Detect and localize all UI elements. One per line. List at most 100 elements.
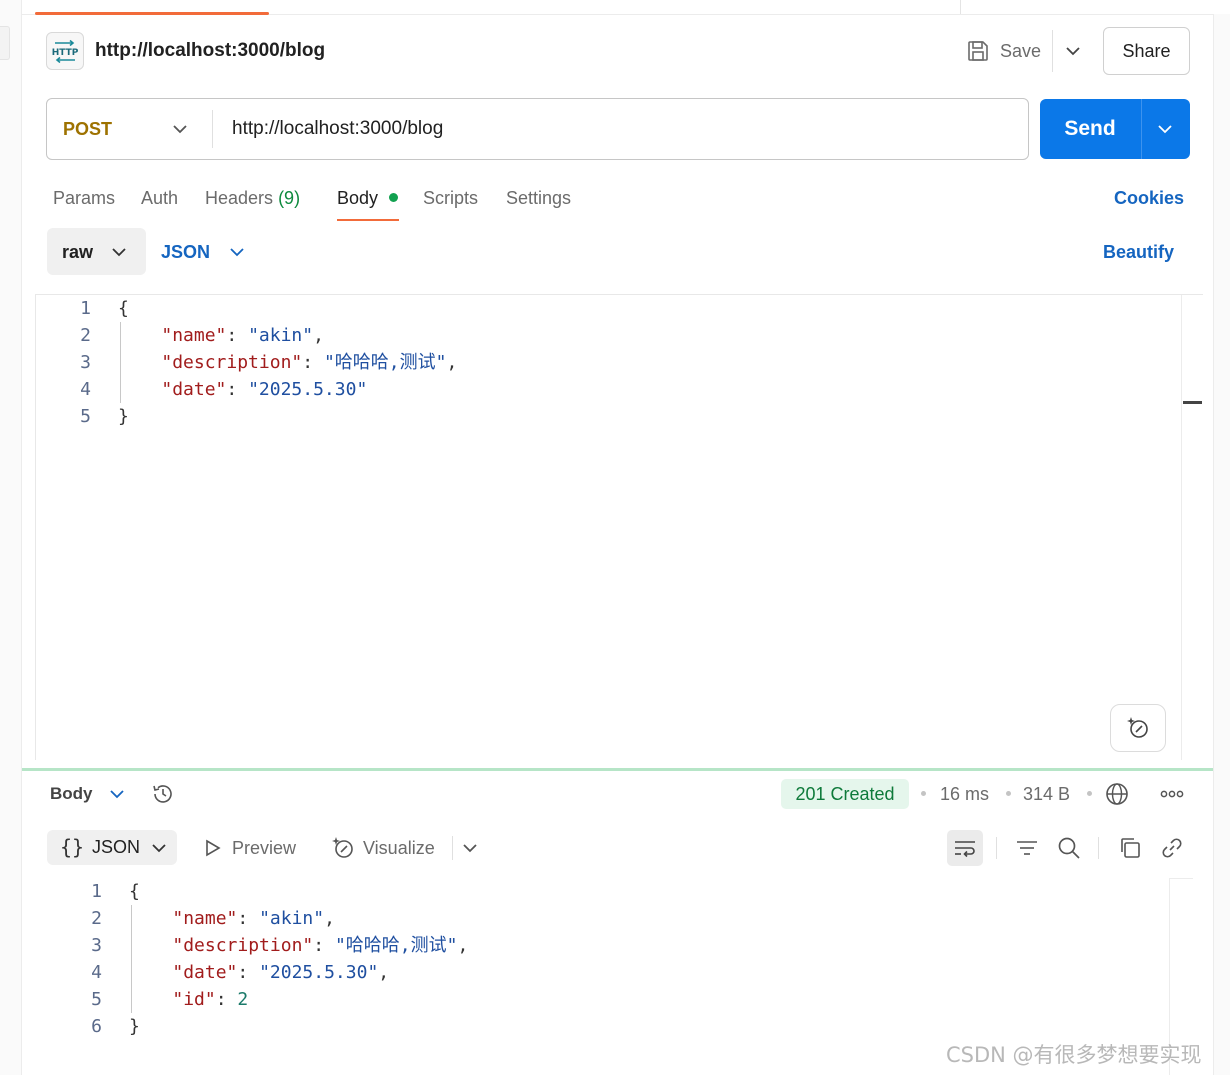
http-request-icon: HTTP [46,32,84,70]
code-token: "哈哈哈,测试" [334,935,458,956]
response-time[interactable]: 16 ms [940,782,989,806]
code-token: "description" [172,935,314,956]
send-separator [1141,99,1142,159]
filter-icon[interactable] [1014,835,1040,861]
line-number: 3 [91,935,102,956]
code-token: "name" [161,325,227,346]
code-text: "date": "2025.5.30" [118,376,367,403]
body-language-chevron-down-icon[interactable] [226,241,248,263]
braces-icon: {} [60,835,85,859]
line-number: 1 [80,298,91,319]
tab-settings[interactable]: Settings [506,186,571,210]
code-text: "date": "2025.5.30", [129,959,389,986]
response-view-chevron-down-icon[interactable] [106,783,128,805]
save-button[interactable]: Save [966,34,1041,68]
line-number: 2 [91,908,102,929]
save-separator [1052,30,1053,72]
code-token: "akin" [259,908,325,929]
copy-icon[interactable] [1117,835,1143,861]
response-format-label[interactable]: JSON [92,835,140,859]
code-token: : [226,325,249,346]
editor-scrollbar[interactable] [1181,295,1203,760]
body-language-select[interactable]: JSON [161,240,210,264]
beautify-button[interactable]: Beautify [1103,240,1174,264]
tab-params[interactable]: Params [53,186,115,210]
code-token: , [457,935,469,956]
code-token: "description" [161,352,303,373]
code-token: "date" [161,379,227,400]
history-icon[interactable] [150,781,176,807]
method-chevron-down-icon[interactable] [170,118,190,140]
url-input[interactable] [222,110,1012,148]
watermark: CSDN @有很多梦想要实现 [946,1043,1202,1067]
code-token: , [313,325,324,346]
code-line: 3 "description": "哈哈哈,测试", [35,349,1175,376]
code-text: "description": "哈哈哈,测试", [129,932,468,959]
body-mode-chevron-down-icon[interactable] [108,241,130,263]
response-size[interactable]: 314 B [1023,782,1070,806]
response-pane-divider[interactable] [22,768,1213,771]
more-options-icon[interactable] [1160,786,1184,802]
code-text: } [118,403,129,430]
code-text: "name": "akin", [129,905,335,932]
code-line: 2 "name": "akin", [35,322,1175,349]
url-separator [212,110,213,148]
tab-body[interactable]: Body [337,186,378,210]
code-text: { [118,295,129,322]
tab-headers[interactable]: Headers (9) [205,186,300,210]
send-options-chevron-down-icon[interactable] [1154,118,1176,140]
visualize-button[interactable]: Visualize [331,836,435,860]
code-token: { [118,298,129,319]
line-number: 5 [80,406,91,427]
visualize-label: Visualize [363,838,435,858]
code-text: } [129,1013,140,1040]
status-badge[interactable]: 201 Created [781,779,909,809]
globe-icon[interactable] [1104,781,1130,807]
tab-auth[interactable]: Auth [141,186,178,210]
body-mode-label[interactable]: raw [62,240,93,264]
request-title[interactable]: http://localhost:3000/blog [95,38,325,64]
editor-scroll-thumb[interactable] [1183,401,1202,404]
tab-scripts[interactable]: Scripts [423,186,478,210]
send-label[interactable]: Send [1040,99,1140,159]
link-icon[interactable] [1159,835,1185,861]
sidebar-edge [0,0,22,1075]
toolbar-separator [1098,837,1099,859]
code-token: : [237,962,260,983]
save-label: Save [1000,40,1042,61]
response-view-select[interactable]: Body [50,782,93,806]
response-format-chevron-down-icon[interactable] [148,837,170,859]
line-number: 2 [80,325,91,346]
visualize-chevron-down-icon[interactable] [459,837,481,859]
headers-count: (9) [278,188,301,208]
save-options-chevron-down-icon[interactable] [1062,40,1084,62]
visualize-separator [452,836,453,860]
share-button[interactable]: Share [1103,27,1190,75]
code-token: , [324,908,335,929]
sidebar-collapse-handle[interactable] [0,26,10,60]
tab-headers-label: Headers [205,188,274,208]
preview-button[interactable]: Preview [204,836,296,860]
response-code[interactable]: 1{2 "name": "akin", 3 "description": "哈哈哈… [46,878,1166,1040]
code-token: } [118,406,129,427]
code-token: : [226,379,249,400]
code-token: "date" [172,962,238,983]
toolbar-separator [996,837,997,859]
line-number: 5 [91,989,102,1010]
cookies-link[interactable]: Cookies [1114,186,1184,210]
body-modified-indicator [389,193,398,202]
http-method-select[interactable]: POST [63,116,112,142]
search-icon[interactable] [1056,835,1082,861]
active-tab-indicator [35,12,269,15]
code-token: : [313,935,335,956]
code-token: "akin" [248,325,314,346]
meta-separator [1006,791,1011,796]
request-code[interactable]: 1{2 "name": "akin", 3 "description": "哈哈哈… [35,295,1175,430]
wrap-lines-icon[interactable] [947,830,983,866]
ai-assist-icon[interactable] [1110,704,1166,752]
